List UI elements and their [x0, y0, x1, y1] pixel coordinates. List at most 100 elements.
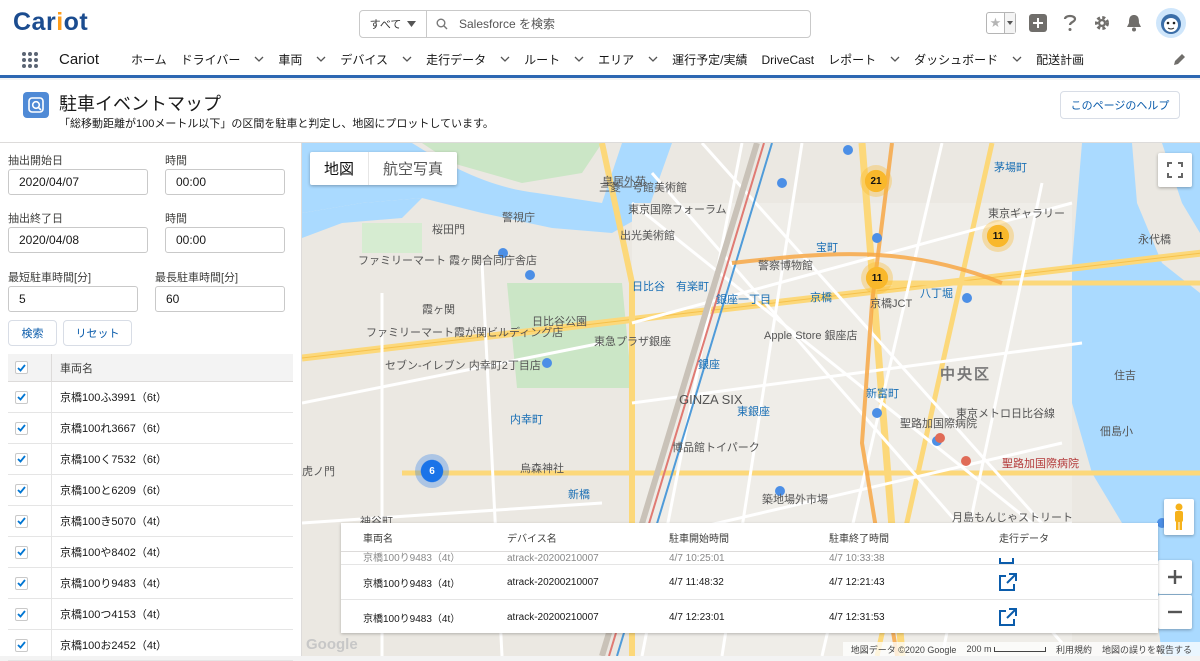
- vehicle-row[interactable]: 京橋100き5070（4t）: [8, 506, 293, 537]
- vehicle-row[interactable]: 京橋100ふ3991（6t）: [8, 382, 293, 413]
- map-label-tokyo-jct: 京橋JCT: [870, 298, 913, 310]
- google-logo: Google: [306, 636, 358, 653]
- chevron-down-icon[interactable]: [316, 54, 326, 65]
- select-all-checkbox[interactable]: [15, 361, 28, 374]
- col-parking-end: 駐車終了時間: [829, 533, 889, 545]
- nav-item[interactable]: 車両: [271, 44, 333, 75]
- vehicle-checkbox[interactable]: [15, 483, 28, 497]
- end-date-input[interactable]: [8, 227, 148, 253]
- parking-cluster[interactable]: 21: [860, 165, 892, 197]
- zoom-in-button[interactable]: [1158, 560, 1192, 594]
- cariot-logo[interactable]: Cariot: [13, 8, 88, 37]
- results-table-header: 車両名 デバイス名 駐車開始時間 駐車終了時間 走行データ: [341, 523, 1158, 552]
- vehicle-checkbox-cell: [8, 537, 52, 567]
- vehicle-checkbox[interactable]: [15, 576, 28, 590]
- chevron-down-icon[interactable]: [254, 54, 264, 65]
- page-help-button[interactable]: このページのヘルプ: [1060, 91, 1180, 119]
- chevron-down-icon[interactable]: [648, 54, 658, 65]
- cell-start: 4/7 11:48:32: [669, 576, 724, 588]
- cell-vehicle: 京橋100り9483（4t）: [363, 553, 461, 564]
- search-button[interactable]: 検索: [8, 320, 57, 346]
- nav-item[interactable]: 運行予定/実績: [665, 44, 754, 75]
- chevron-down-icon[interactable]: [402, 54, 412, 65]
- help-icon[interactable]: [1060, 13, 1080, 33]
- cell-start: 4/7 10:25:01: [669, 553, 725, 564]
- parking-cluster[interactable]: 6: [415, 454, 449, 488]
- gear-icon[interactable]: [1092, 13, 1112, 33]
- vehicle-row[interactable]: 京橋100れ3667（6t）: [8, 413, 293, 444]
- map-report-link[interactable]: 地図の誤りを報告する: [1102, 643, 1192, 656]
- nav-item[interactable]: レポート: [821, 44, 907, 75]
- map-label-kyobashi: 京橋: [810, 292, 832, 304]
- vehicle-checkbox[interactable]: [15, 545, 28, 559]
- nav-item[interactable]: DriveCast: [754, 44, 821, 75]
- external-link-icon[interactable]: [999, 608, 1017, 626]
- cell-drive-data: [991, 558, 1111, 564]
- vehicle-row[interactable]: 京橋100り9483（4t）: [8, 568, 293, 599]
- nav-item[interactable]: デバイス: [333, 44, 419, 75]
- max-parking-input[interactable]: [155, 286, 285, 312]
- zoom-out-button[interactable]: [1158, 595, 1192, 629]
- nav-item[interactable]: エリア: [591, 44, 665, 75]
- nav-item[interactable]: 配送計画: [1029, 44, 1091, 75]
- chevron-down-icon[interactable]: [1012, 54, 1022, 65]
- map-type-map-button[interactable]: 地図: [310, 152, 368, 185]
- chevron-down-icon[interactable]: [574, 54, 584, 65]
- vehicle-checkbox[interactable]: [15, 514, 28, 528]
- chevron-down-icon[interactable]: [890, 54, 900, 65]
- end-time-input[interactable]: [165, 227, 285, 253]
- start-time-input[interactable]: [165, 169, 285, 195]
- parking-cluster[interactable]: 11: [982, 220, 1014, 252]
- start-date-input[interactable]: [8, 169, 148, 195]
- reset-button[interactable]: リセット: [63, 320, 132, 346]
- add-icon[interactable]: [1028, 13, 1048, 33]
- vehicle-name: 京橋100ふ3991（6t）: [60, 392, 167, 404]
- user-avatar[interactable]: [1156, 8, 1186, 38]
- vehicle-checkbox[interactable]: [15, 390, 28, 404]
- vehicle-row[interactable]: 京橋100つ4153（4t）: [8, 599, 293, 630]
- vehicle-row[interactable]: 京橋100お2452（4t）: [8, 630, 293, 661]
- map-type-satellite-button[interactable]: 航空写真: [368, 152, 457, 185]
- vehicle-table: 車両名 京橋100ふ3991（6t） 京橋100れ3667（6t） 京橋100く75…: [8, 354, 293, 661]
- bell-icon[interactable]: [1124, 13, 1144, 33]
- vehicle-checkbox[interactable]: [15, 607, 28, 621]
- search-input[interactable]: [457, 11, 810, 37]
- external-link-icon[interactable]: [999, 573, 1017, 591]
- vehicle-checkbox[interactable]: [15, 421, 28, 435]
- nav-item[interactable]: 走行データ: [419, 44, 517, 75]
- cell-drive-data: [991, 573, 1111, 591]
- nav-item[interactable]: ドライバー: [174, 44, 272, 75]
- vehicle-row[interactable]: 京橋100と6209（6t）: [8, 475, 293, 506]
- map-footer: 地図データ ©2020 Google 200 m 利用規約 地図の誤りを報告する: [842, 642, 1200, 656]
- fullscreen-button[interactable]: [1158, 153, 1192, 187]
- vehicle-row[interactable]: 京橋100く7532（6t）: [8, 444, 293, 475]
- app-launcher-icon[interactable]: [22, 52, 38, 68]
- table-row: 京橋100り9483（4t） atrack-20200210007 4/7 12:2…: [341, 600, 1158, 633]
- map-label-yurakucho: 有楽町: [676, 281, 709, 293]
- vehicle-name: 京橋100や8402（4t）: [60, 547, 167, 559]
- nav-item[interactable]: ダッシュボード: [907, 44, 1029, 75]
- nav-item[interactable]: ホーム: [124, 44, 174, 75]
- caret-down-icon: [407, 21, 417, 27]
- vehicle-table-header: 車両名: [8, 354, 293, 382]
- favorites-dropdown[interactable]: [1004, 13, 1015, 33]
- chevron-down-icon[interactable]: [500, 54, 510, 65]
- nav-item[interactable]: ルート: [517, 44, 591, 75]
- min-parking-label: 最短駐車時間[分]: [8, 272, 92, 284]
- external-link-icon[interactable]: [999, 558, 1017, 564]
- parking-cluster[interactable]: 11: [861, 262, 893, 294]
- search-scope-select[interactable]: すべて: [360, 11, 427, 37]
- map-terms-link[interactable]: 利用規約: [1056, 643, 1092, 656]
- min-parking-input[interactable]: [8, 286, 138, 312]
- vehicle-checkbox-cell: [8, 568, 52, 598]
- map-label-tokyo-gallery: 東京ギャラリー: [988, 208, 1065, 220]
- star-icon[interactable]: ★: [987, 13, 1004, 33]
- street-view-button[interactable]: [1164, 499, 1194, 535]
- vehicle-checkbox[interactable]: [15, 638, 28, 652]
- start-time-label: 時間: [165, 155, 187, 167]
- vehicle-name-header[interactable]: 車両名: [52, 360, 93, 376]
- favorites-button[interactable]: ★: [986, 12, 1016, 34]
- pencil-icon[interactable]: [1173, 53, 1186, 69]
- vehicle-checkbox[interactable]: [15, 452, 28, 466]
- vehicle-row[interactable]: 京橋100や8402（4t）: [8, 537, 293, 568]
